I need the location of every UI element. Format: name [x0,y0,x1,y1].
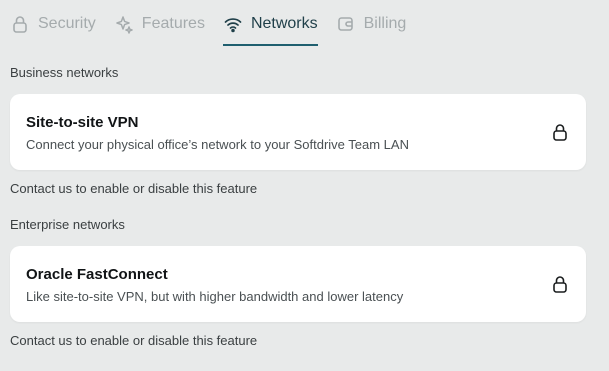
feature-footnote: Contact us to enable or disable this fea… [10,333,258,348]
feature-title: Site-to-site VPN [26,114,139,131]
sparkle-icon [114,14,134,34]
feature-card-oracle-fastconnect[interactable]: Oracle FastConnect Like site-to-site VPN… [10,246,586,322]
tab-networks[interactable]: Networks [222,10,318,46]
feature-description: Like site-to-site VPN, but with higher b… [26,289,404,304]
tab-security[interactable]: Security [10,10,96,38]
tab-label: Security [38,15,96,32]
feature-title: Oracle FastConnect [26,266,168,283]
feature-description: Connect your physical office’s network t… [26,137,409,152]
settings-tabs: Security Features Networks Billing [10,10,424,46]
lock-icon [550,274,570,294]
tab-label: Billing [363,15,407,32]
section-label-business: Business networks [10,65,119,80]
tab-label: Networks [250,15,318,32]
section-label-enterprise: Enterprise networks [10,217,125,232]
tab-billing[interactable]: Billing [336,10,407,38]
tab-features[interactable]: Features [114,10,205,38]
wallet-icon [336,14,356,34]
lock-icon [550,122,570,142]
lock-icon [10,14,30,34]
feature-card-site-to-site-vpn[interactable]: Site-to-site VPN Connect your physical o… [10,94,586,170]
wifi-icon [223,14,243,34]
tab-label: Features [141,15,205,32]
feature-footnote: Contact us to enable or disable this fea… [10,181,258,196]
